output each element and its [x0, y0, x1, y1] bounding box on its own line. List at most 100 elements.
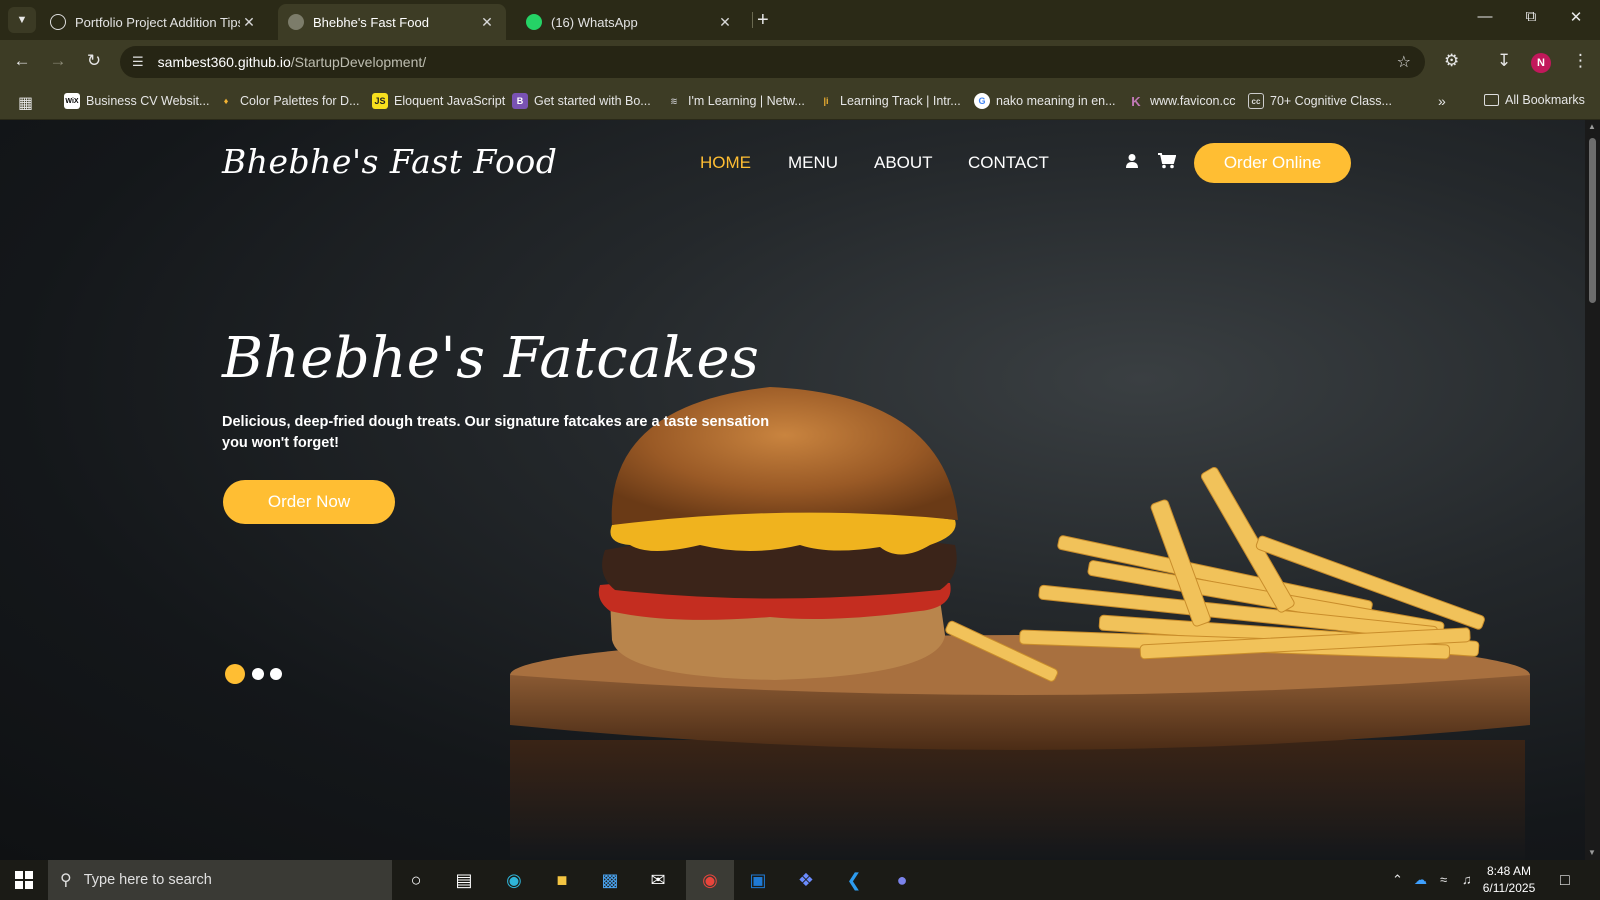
volume-icon[interactable]: ♫: [1462, 872, 1472, 887]
folder-icon: [1484, 94, 1499, 106]
copilot-icon[interactable]: ❖: [782, 860, 830, 900]
arrow-right-icon: →: [49, 51, 67, 70]
address-bar[interactable]: ☰ sambest360.github.io /StartupDevelopme…: [120, 46, 1425, 78]
extensions-icon[interactable]: ⚙: [1444, 51, 1459, 71]
task-view-icon[interactable]: ▤: [440, 860, 488, 900]
url-host: sambest360.github.io: [157, 54, 291, 70]
user-icon[interactable]: [1125, 153, 1139, 174]
back-button[interactable]: ←: [10, 51, 34, 71]
tab-bhebhes-fast-food[interactable]: Bhebhe's Fast Food ✕: [278, 4, 506, 40]
scroll-down-icon[interactable]: ▼: [1588, 848, 1596, 857]
outlook-icon[interactable]: ▣: [734, 860, 782, 900]
search-icon: ⚲: [60, 872, 72, 889]
wifi-icon[interactable]: ≈: [1440, 872, 1447, 887]
vscode-icon[interactable]: ❮: [830, 860, 878, 900]
kebab-menu-icon[interactable]: ⋮: [1572, 51, 1589, 71]
tab-divider: [752, 12, 753, 28]
slide-indicator-1[interactable]: [225, 664, 245, 684]
teams-icon[interactable]: ●: [878, 860, 926, 900]
slide-indicator-3[interactable]: [270, 668, 282, 680]
browser-toolbar: ← → ↻ ☰ sambest360.github.io /StartupDev…: [0, 40, 1600, 84]
new-tab-button[interactable]: +: [757, 7, 769, 33]
slide-indicator-2[interactable]: [252, 668, 264, 680]
site-logo[interactable]: Bhebhe's Fast Food: [222, 142, 557, 181]
edge-icon[interactable]: ◉: [490, 860, 538, 900]
scrollbar-thumb[interactable]: [1589, 138, 1596, 303]
reload-icon: ↻: [86, 51, 102, 70]
bookmark-label: 70+ Cognitive Class...: [1270, 94, 1392, 108]
order-online-button[interactable]: Order Online: [1194, 143, 1351, 183]
page-viewport: Bhebhe's Fast Food HOME MENU ABOUT CONTA…: [0, 120, 1585, 860]
bookmark-label: www.favicon.cc: [1150, 94, 1236, 108]
wix-icon: WiX: [64, 93, 80, 109]
js-icon: JS: [372, 93, 388, 109]
taskbar-search-box[interactable]: ⚲ Type here to search: [48, 860, 392, 900]
mail-icon[interactable]: ✉: [634, 860, 682, 900]
tab-search-button[interactable]: ▼: [8, 7, 36, 33]
bookmark-item[interactable]: B Get started with Bo...: [512, 93, 651, 109]
tab-title: (16) WhatsApp: [551, 14, 638, 30]
url-path: /StartupDevelopment/: [290, 54, 427, 70]
bootstrap-icon: B: [512, 93, 528, 109]
reload-button[interactable]: ↻: [82, 51, 106, 71]
hero-title: Bhebhe's Fatcakes: [222, 326, 760, 391]
globe-icon: [288, 14, 304, 30]
google-icon: G: [974, 93, 990, 109]
tab-title: Portfolio Project Addition Tips: [75, 14, 240, 30]
bookmark-item[interactable]: ≋ I'm Learning | Netw...: [666, 93, 805, 109]
minimize-button[interactable]: —: [1470, 8, 1500, 25]
notifications-icon[interactable]: □: [1560, 872, 1570, 890]
bookmark-label: Business CV Websit...: [86, 94, 210, 108]
nav-about[interactable]: ABOUT: [874, 153, 933, 173]
restore-button[interactable]: ⧉: [1516, 8, 1546, 25]
order-now-button[interactable]: Order Now: [223, 480, 395, 524]
close-icon[interactable]: ✕: [478, 14, 496, 31]
chevron-up-icon[interactable]: ⌃: [1392, 872, 1403, 888]
bookmark-item[interactable]: ♦ Color Palettes for D...: [218, 93, 360, 109]
cc-icon: cc: [1248, 93, 1264, 109]
plus-icon: +: [757, 9, 769, 31]
nav-contact[interactable]: CONTACT: [968, 153, 1049, 173]
microsoft-store-icon[interactable]: ▩: [586, 860, 634, 900]
close-window-button[interactable]: ✕: [1561, 8, 1591, 26]
site-info-icon[interactable]: ☰: [132, 54, 144, 70]
file-explorer-icon[interactable]: ■: [538, 860, 586, 900]
bookmark-item[interactable]: |i Learning Track | Intr...: [818, 93, 960, 109]
cortana-icon[interactable]: ○: [392, 860, 440, 900]
bookmark-label: nako meaning in en...: [996, 94, 1116, 108]
tab-portfolio-tips[interactable]: Portfolio Project Addition Tips ✕: [40, 4, 268, 40]
close-icon[interactable]: ✕: [716, 14, 734, 31]
bookmark-item[interactable]: G nako meaning in en...: [974, 93, 1116, 109]
more-bookmarks-icon[interactable]: »: [1438, 93, 1446, 109]
bookmark-label: Get started with Bo...: [534, 94, 651, 108]
clock-date: 6/11/2025: [1482, 881, 1536, 895]
all-bookmarks-button[interactable]: All Bookmarks: [1484, 93, 1585, 107]
track-icon: |i: [823, 96, 829, 106]
openai-icon: [50, 14, 66, 30]
cart-icon[interactable]: [1158, 153, 1177, 174]
nav-menu[interactable]: MENU: [788, 153, 838, 173]
windows-start-icon[interactable]: [15, 871, 33, 894]
tab-strip: ▼ Portfolio Project Addition Tips ✕ Bheb…: [0, 0, 1600, 40]
bookmark-item[interactable]: cc 70+ Cognitive Class...: [1248, 93, 1392, 109]
close-icon[interactable]: ✕: [240, 14, 258, 31]
apps-grid-icon[interactable]: ▦: [18, 93, 33, 113]
scroll-up-icon[interactable]: ▲: [1588, 122, 1596, 131]
bookmark-item[interactable]: WiX Business CV Websit...: [64, 93, 209, 109]
bookmarks-bar: ▦ WiX Business CV Websit... ♦ Color Pale…: [0, 84, 1600, 120]
forward-button[interactable]: →: [46, 51, 70, 71]
bookmark-label: Color Palettes for D...: [240, 94, 360, 108]
bookmark-item[interactable]: K www.favicon.cc: [1128, 93, 1235, 109]
chrome-icon[interactable]: ◉: [686, 860, 734, 900]
scrollbar[interactable]: ▲ ▼: [1585, 120, 1600, 860]
tab-title: Bhebhe's Fast Food: [313, 14, 429, 30]
profile-avatar[interactable]: N: [1531, 53, 1551, 73]
nav-home[interactable]: HOME: [700, 153, 751, 173]
bookmark-label: Eloquent JavaScript: [394, 94, 506, 108]
onedrive-icon[interactable]: ☁: [1414, 872, 1427, 888]
system-clock[interactable]: 8:48 AM 6/11/2025: [1474, 863, 1544, 897]
star-icon[interactable]: ☆: [1397, 52, 1411, 72]
tab-whatsapp[interactable]: (16) WhatsApp ✕: [516, 4, 744, 40]
bookmark-item[interactable]: JS Eloquent JavaScript: [372, 93, 505, 109]
download-icon[interactable]: ↧: [1497, 51, 1511, 71]
